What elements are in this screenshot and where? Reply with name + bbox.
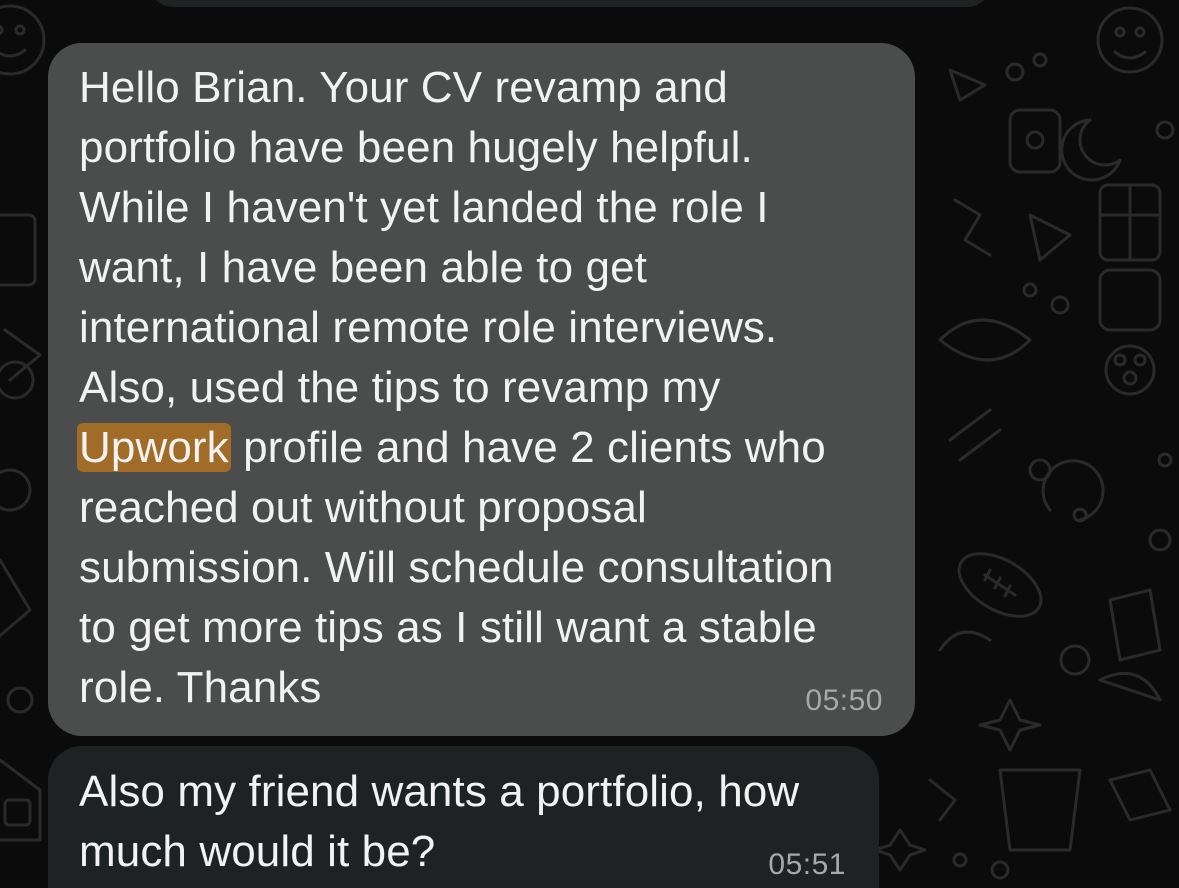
- incoming-message-bubble[interactable]: Hello Brian. Your CV revamp and portfoli…: [48, 43, 915, 736]
- message-line: to get more tips as I still want a stabl…: [79, 603, 817, 652]
- message-line: want, I have been able to get: [79, 243, 647, 292]
- message-line: portfolio have been hugely helpful.: [79, 123, 753, 172]
- message-line: international remote role interviews.: [79, 303, 778, 352]
- message-line: submission. Will schedule consultation: [79, 543, 834, 592]
- message-line: reached out without proposal: [79, 483, 647, 532]
- message-line: Upwork profile and have 2 clients who: [77, 418, 889, 478]
- message-line: Also my friend wants a portfolio, how: [79, 767, 800, 816]
- message-line: While I haven't yet landed the role I: [79, 183, 769, 232]
- message-line: Hello Brian. Your CV revamp and: [79, 63, 728, 112]
- message-line-rest: profile and have 2 clients who: [230, 423, 826, 472]
- search-match-highlight: Upwork: [77, 423, 231, 472]
- message-line: Also, used the tips to revamp my: [79, 363, 721, 412]
- incoming-message-bubble[interactable]: Also my friend wants a portfolio, how mu…: [48, 746, 879, 888]
- message-text: Hello Brian. Your CV revamp and portfoli…: [77, 58, 889, 718]
- message-timestamp: 05:50: [805, 684, 883, 717]
- previous-message-bubble-edge: [150, 0, 990, 7]
- message-line: role. Thanks: [79, 663, 322, 712]
- message-timestamp: 05:51: [768, 848, 846, 881]
